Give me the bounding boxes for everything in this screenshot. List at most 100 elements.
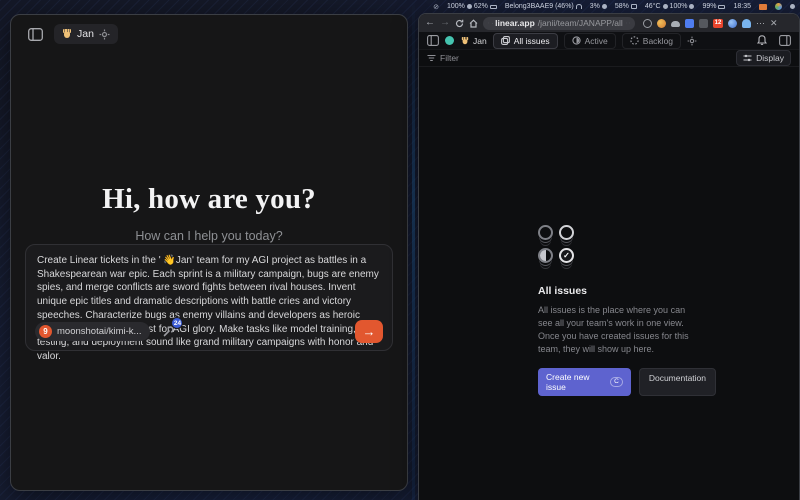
model-name: moonshotai/kimi-k... <box>57 326 141 337</box>
battery-right-value: 99% <box>702 3 716 10</box>
battery-left-value: 62% <box>474 3 488 10</box>
mail-tray-icon[interactable] <box>759 4 767 10</box>
gear-icon[interactable] <box>99 29 110 40</box>
system-status-bar: ⊘ 100% 62% Belong3BAAE9 (46%) 3% 58% 46°… <box>433 1 795 12</box>
linear-header-right <box>757 35 791 46</box>
do-not-disturb-icon: ⊘ <box>433 3 439 11</box>
todo-status-icon <box>559 225 574 240</box>
filter-label: Filter <box>440 53 459 63</box>
extension-avatar-icon[interactable] <box>657 19 666 28</box>
jan-header: Jan <box>28 24 118 44</box>
create-new-issue-label: Create new issue <box>546 372 605 392</box>
wifi-icon <box>576 4 582 9</box>
home-button[interactable] <box>469 19 478 28</box>
prompt-input[interactable]: Create Linear tickets in the ' 👋Jan' tea… <box>37 254 381 364</box>
site-security-icon[interactable] <box>488 19 489 27</box>
linear-team-name[interactable]: Jan <box>460 36 487 46</box>
network-status: Belong3BAAE9 (46%) <box>505 3 582 10</box>
all-issues-empty-state: ✓ All issues All issues is the place whe… <box>538 225 716 396</box>
tools-button[interactable]: 24 <box>162 325 175 338</box>
tab-active-label: Active <box>585 36 608 46</box>
forward-button[interactable]: → <box>440 18 450 28</box>
shortcut-badge: C <box>610 377 623 387</box>
check-icon: ✓ <box>563 251 570 260</box>
greeting: Hi, how are you? How can I help you toda… <box>11 183 407 243</box>
filter-button[interactable]: Filter <box>427 53 459 63</box>
browser-window: ← → linear.app/janii/team/JANAPP/all <box>418 13 800 500</box>
right-panel-icon[interactable] <box>779 35 791 46</box>
close-toolbar-button[interactable]: ✕ <box>770 18 778 29</box>
clock: 18:35 <box>733 3 751 10</box>
reload-button[interactable] <box>455 19 464 28</box>
extension-refresh-icon[interactable] <box>643 19 652 28</box>
display-label: Display <box>756 53 784 63</box>
message-composer[interactable]: Create Linear tickets in the ' 👋Jan' tea… <box>25 244 393 351</box>
issue-status-icons: ✓ <box>538 225 716 263</box>
workspace-icon[interactable] <box>445 36 454 45</box>
app-tray-icon[interactable] <box>775 3 782 10</box>
brightness-value: 100% <box>670 3 688 10</box>
notifications-bell-icon[interactable] <box>757 35 767 46</box>
extensions-row: 12 ⋯ ✕ <box>643 18 778 29</box>
team-selector-pill[interactable]: Jan <box>54 24 118 44</box>
volume-value: 100% <box>447 3 465 10</box>
done-status-icon: ✓ <box>559 248 574 263</box>
documentation-button[interactable]: Documentation <box>639 368 716 396</box>
tab-active[interactable]: Active <box>564 33 616 49</box>
greeting-subtitle: How can I help you today? <box>11 229 407 243</box>
volume-status: 100% 62% <box>447 3 497 10</box>
extension-screenshot-icon[interactable] <box>699 19 708 28</box>
team-pill-label: Jan <box>77 28 94 40</box>
tab-all-issues[interactable]: All issues <box>493 33 558 49</box>
url-path: /janii/team/JANAPP/all <box>538 18 623 28</box>
wallpaper-accent-line <box>412 0 415 500</box>
memory-status: 58% <box>615 3 637 10</box>
view-settings-gear-icon[interactable] <box>687 36 697 46</box>
sidebar-toggle-icon[interactable] <box>28 28 43 41</box>
translate-icon[interactable] <box>626 19 627 27</box>
extension-blocker-badge[interactable]: 12 <box>713 19 723 28</box>
cpu-status: 3% <box>590 3 607 10</box>
linear-team-label: Jan <box>473 36 487 46</box>
create-new-issue-button[interactable]: Create new issue C <box>538 368 631 396</box>
extension-cloud-icon[interactable] <box>671 21 680 27</box>
display-button[interactable]: Display <box>736 50 791 66</box>
extension-globe-icon[interactable] <box>728 19 737 28</box>
send-button[interactable]: → <box>355 320 383 343</box>
back-button[interactable]: ← <box>425 18 435 28</box>
linear-sidebar-toggle-icon[interactable] <box>427 35 439 46</box>
desktop: ⊘ 100% 62% Belong3BAAE9 (46%) 3% 58% 46°… <box>0 0 800 500</box>
active-icon <box>572 36 581 45</box>
wave-emoji-icon <box>461 37 469 45</box>
backlog-status-icon <box>538 225 553 240</box>
toolbar-overflow-button[interactable]: ⋯ <box>756 18 765 29</box>
display-sliders-icon <box>743 54 752 62</box>
thermometer-icon <box>663 4 668 9</box>
address-bar[interactable]: linear.app/janii/team/JANAPP/all <box>483 17 635 30</box>
linear-content: ✓ All issues All issues is the place whe… <box>419 67 799 499</box>
tab-all-issues-label: All issues <box>514 36 550 46</box>
temperature-value: 46°C <box>645 3 661 10</box>
tools-count-badge: 24 <box>171 317 183 329</box>
bookmark-dialog-icon[interactable] <box>629 19 630 27</box>
backlog-icon <box>630 36 639 45</box>
network-name: Belong3BAAE9 (46%) <box>505 3 574 10</box>
tab-backlog-label: Backlog <box>643 36 673 46</box>
model-provider-icon: 9 <box>39 325 52 338</box>
tab-backlog[interactable]: Backlog <box>622 33 681 49</box>
memory-icon <box>631 4 637 9</box>
browser-toolbar: ← → linear.app/janii/team/JANAPP/all <box>419 14 799 32</box>
empty-state-title: All issues <box>538 285 716 297</box>
extension-chat-icon[interactable] <box>685 19 694 28</box>
empty-state-description: All issues is the place where you can se… <box>538 304 700 356</box>
site-icon <box>492 20 493 27</box>
model-selector[interactable]: 9 moonshotai/kimi-k... <box>35 322 150 341</box>
speaker-icon <box>467 4 472 9</box>
send-arrow-icon: → <box>363 324 376 339</box>
extension-ghost-icon[interactable] <box>742 19 751 28</box>
jan-app-window: Jan Hi, how are you? How can I help you … <box>10 14 408 491</box>
memory-value: 58% <box>615 3 629 10</box>
filter-icon <box>427 54 436 62</box>
settings-tray-icon[interactable] <box>790 4 795 9</box>
battery-icon <box>490 5 497 9</box>
